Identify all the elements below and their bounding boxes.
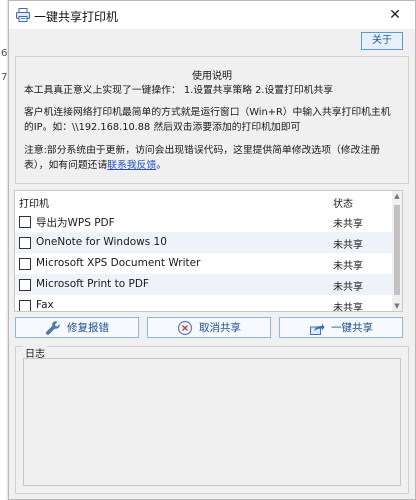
about-button[interactable]: 关于 [361,32,403,50]
instructions-heading: 使用说明 [192,71,232,82]
printer-checkbox[interactable] [19,258,31,270]
share-status: 未共享 [333,261,363,272]
title-bar[interactable]: 一键共享打印机 ✕ [9,1,415,29]
share-status: 未共享 [333,303,363,312]
scroll-down-icon[interactable]: ▼ [392,301,402,311]
printer-list[interactable]: 打印机 状态 导出为WPS PDF 未共享 OneNote for Window… [14,190,403,312]
printer-row[interactable]: Fax 未共享 [15,295,392,312]
wrench-icon [46,320,60,335]
printer-row[interactable]: Microsoft Print to PDF 未共享 [15,274,392,295]
printer-row[interactable]: OneNote for Windows 10 未共享 [15,232,392,253]
share-status: 未共享 [333,240,363,251]
instructions-line-2: 客户机连接网络打印机最简单的方式就是运行窗口（Win+R）中输入共享打印机主机的… [24,107,391,133]
printer-row[interactable]: Microsoft XPS Document Writer 未共享 [15,253,392,274]
printer-row[interactable]: 导出为WPS PDF 未共享 [15,211,392,232]
instructions-line-1: 本工具真正意义上实现了一键操作： 1.设置共享策略 2.设置打印机共享 [24,85,334,96]
instructions-panel: 使用说明 本工具真正意义上实现了一键操作： 1.设置共享策略 2.设置打印机共享… [15,56,409,184]
printer-name: 导出为WPS PDF [36,217,115,229]
main-window: 一键共享打印机 ✕ 关于 使用说明 本工具真正意义上实现了一键操作： 1.设置共… [8,0,416,500]
printer-checkbox[interactable] [19,300,31,311]
scroll-thumb[interactable] [394,205,400,295]
note-text: 注意:部分系统由于更新，访问会出现错误代码，这里提供简单修改选项（修改注册表），… [24,145,380,171]
printer-checkbox[interactable] [19,237,31,249]
share-status: 未共享 [333,282,363,293]
cancel-circle-icon [177,320,193,335]
feedback-link[interactable]: 联系我反馈 [107,160,156,171]
printer-name: OneNote for Windows 10 [36,236,167,248]
note-suffix: 。 [156,160,167,171]
cancel-share-label: 取消共享 [199,322,241,334]
printer-checkbox[interactable] [19,279,31,291]
repair-errors-button[interactable]: 修复报错 [15,317,139,338]
log-textarea[interactable] [23,358,401,486]
column-header-printer[interactable]: 打印机 [19,195,49,210]
background-text: 7 [1,72,8,83]
share-status: 未共享 [333,219,363,230]
list-scrollbar[interactable]: ▲ ▼ [392,191,402,311]
printer-name: Microsoft Print to PDF [36,278,149,290]
scroll-up-icon[interactable]: ▲ [392,191,402,201]
printer-icon [16,8,30,22]
printer-checkbox[interactable] [19,216,31,228]
printer-name: Fax [36,299,54,311]
share-icon [310,323,325,335]
one-click-share-label: 一键共享 [331,322,373,334]
one-click-share-button[interactable]: 一键共享 [279,317,403,338]
repair-errors-label: 修复报错 [67,322,109,334]
printer-name: Microsoft XPS Document Writer [36,257,201,269]
window-title: 一键共享打印机 [34,10,119,24]
close-icon: ✕ [389,7,401,23]
close-button[interactable]: ✕ [375,1,415,29]
column-header-status[interactable]: 状态 [333,195,353,210]
cancel-share-button[interactable]: 取消共享 [147,317,271,338]
background-text: 6 [1,48,8,59]
instructions-note: 注意:部分系统由于更新，访问会出现错误代码，这里提供简单修改选项（修改注册表），… [24,143,398,173]
list-header: 打印机 状态 [15,191,392,211]
